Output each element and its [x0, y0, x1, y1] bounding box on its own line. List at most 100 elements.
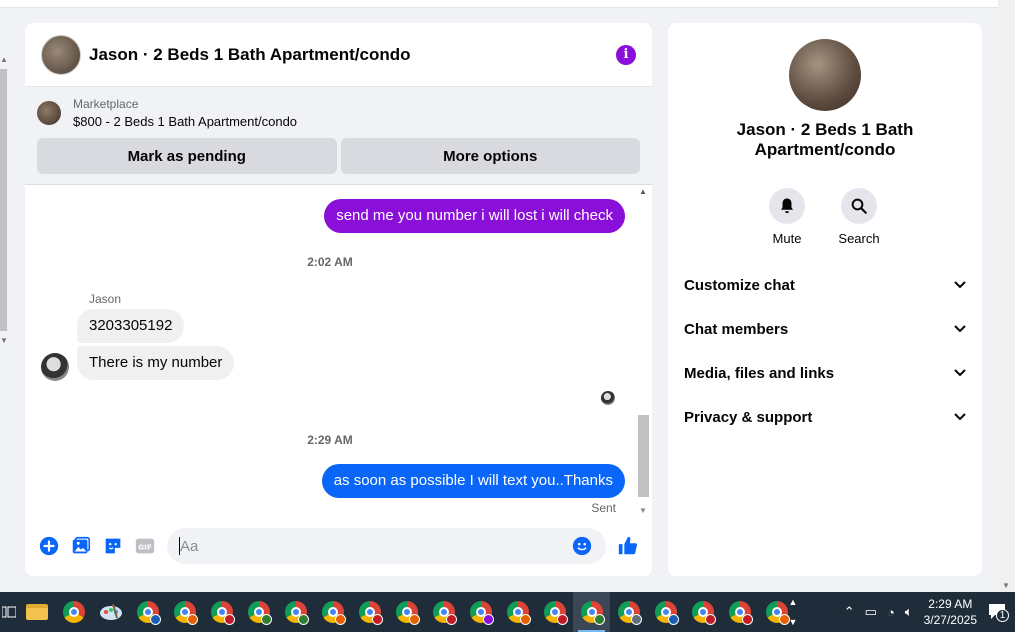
- notification-count: 1: [996, 609, 1009, 622]
- profile-avatar[interactable]: [789, 39, 861, 111]
- section-customize-chat[interactable]: Customize chat: [668, 263, 982, 307]
- chrome-profile-icon[interactable]: [277, 592, 314, 632]
- volume-icon[interactable]: 🔈︎: [905, 604, 913, 620]
- section-label: Privacy & support: [684, 408, 813, 426]
- marketplace-banner: Marketplace $800 - 2 Beds 1 Bath Apartme…: [25, 87, 652, 185]
- section-label: Chat members: [684, 320, 789, 338]
- conversation-avatar[interactable]: [41, 34, 81, 75]
- incoming-message[interactable]: There is my number: [77, 346, 235, 380]
- clock-time: 2:29 AM: [928, 597, 973, 611]
- message-status: Sent: [591, 501, 616, 515]
- section-media-files-links[interactable]: Media, files and links: [668, 351, 982, 395]
- conversation-title[interactable]: Jason · 2 Beds 1 Bath Apartment/condo: [89, 45, 616, 65]
- window-scrollbar[interactable]: ▼: [998, 0, 1015, 592]
- scrollbar-thumb[interactable]: [638, 415, 649, 497]
- network-icon[interactable]: ◔: [887, 605, 895, 620]
- scrollbar-thumb[interactable]: [0, 69, 7, 331]
- message-list: send me you number i will lost i will ch…: [25, 185, 652, 515]
- notification-center-icon[interactable]: 1: [987, 602, 1009, 622]
- chrome-profile-icon[interactable]: [721, 592, 758, 632]
- profile-name: Jason · 2 Beds 1 Bath Apartment/condo: [736, 120, 914, 159]
- bell-icon[interactable]: [769, 188, 805, 224]
- section-chat-members[interactable]: Chat members: [668, 307, 982, 351]
- section-label: Media, files and links: [684, 364, 835, 382]
- mark-as-pending-button[interactable]: Mark as pending: [37, 138, 337, 174]
- incoming-message[interactable]: 3203305192: [77, 309, 185, 343]
- page-top-bar: [0, 0, 998, 8]
- sender-avatar[interactable]: [41, 353, 69, 381]
- chrome-profile-icon-active[interactable]: [573, 592, 610, 632]
- scroll-up-icon[interactable]: ▲: [639, 187, 647, 196]
- system-clock[interactable]: 2:29 AM 3/27/2025: [924, 596, 977, 628]
- show-hidden-icons-icon[interactable]: ⌃: [844, 604, 855, 620]
- chrome-profile-icon[interactable]: [499, 592, 536, 632]
- message-scrollbar[interactable]: ▲ ▼: [635, 185, 649, 515]
- listing-title[interactable]: $800 - 2 Beds 1 Bath Apartment/condo: [73, 114, 297, 129]
- outgoing-message[interactable]: send me you number i will lost i will ch…: [324, 199, 625, 233]
- windows-taskbar: ▲ ▼ ⌃ ▭ ◔ 🔈︎ 2:29 AM 3/27/2025 1: [0, 592, 1015, 632]
- scroll-down-icon[interactable]: ▼: [0, 336, 8, 345]
- chrome-profile-icon[interactable]: [314, 592, 351, 632]
- chrome-profile-icon[interactable]: [203, 592, 240, 632]
- svg-text:GIF: GIF: [138, 543, 152, 552]
- scroll-up-icon[interactable]: ▲: [0, 55, 8, 64]
- chrome-profile-icon[interactable]: [610, 592, 647, 632]
- system-tray: ⌃ ▭ ◔ 🔈︎ 2:29 AM 3/27/2025 1: [839, 592, 1015, 632]
- conversation-details-panel: Jason · 2 Beds 1 Bath Apartment/condo Mu…: [668, 23, 982, 576]
- message-input[interactable]: [180, 537, 566, 555]
- mute-button[interactable]: Mute: [768, 188, 806, 246]
- battery-icon[interactable]: ▭: [865, 604, 877, 620]
- chrome-profile-icon[interactable]: [388, 592, 425, 632]
- scroll-down-icon[interactable]: ▼: [639, 506, 647, 515]
- profile-actions: Mute Search: [768, 188, 880, 246]
- thumbs-up-icon[interactable]: [616, 534, 640, 558]
- more-options-button[interactable]: More options: [340, 138, 640, 174]
- chat-header: Jason · 2 Beds 1 Bath Apartment/condo i: [25, 23, 652, 87]
- message-input-wrapper[interactable]: [167, 528, 606, 564]
- search-label: Search: [838, 231, 880, 246]
- message-timestamp: 2:29 AM: [307, 433, 353, 447]
- plus-icon[interactable]: [37, 534, 61, 558]
- gif-icon[interactable]: GIF: [133, 534, 157, 558]
- page-scrollbar[interactable]: ▲ ▼: [0, 55, 8, 345]
- taskbar-scroll[interactable]: ▲ ▼: [786, 592, 800, 632]
- sticker-icon[interactable]: [101, 534, 125, 558]
- paint-icon[interactable]: [92, 592, 129, 632]
- scroll-down-icon[interactable]: ▼: [1002, 581, 1010, 590]
- sender-name: Jason: [89, 292, 122, 306]
- marketplace-label: Marketplace: [73, 97, 139, 111]
- chevron-up-icon[interactable]: ▲: [789, 597, 798, 607]
- chrome-profile-icon[interactable]: [351, 592, 388, 632]
- chevron-down-icon[interactable]: ▼: [789, 617, 798, 627]
- chrome-profile-icon[interactable]: [684, 592, 721, 632]
- search-button[interactable]: Search: [838, 188, 880, 246]
- chevron-down-icon: [954, 413, 966, 421]
- search-icon[interactable]: [841, 188, 877, 224]
- chrome-icon[interactable]: [55, 592, 92, 632]
- chevron-down-icon: [954, 325, 966, 333]
- photo-icon[interactable]: [69, 534, 93, 558]
- chrome-profile-icon[interactable]: [129, 592, 166, 632]
- chevron-down-icon: [954, 281, 966, 289]
- task-view-icon[interactable]: [0, 592, 18, 632]
- chrome-profile-icon[interactable]: [425, 592, 462, 632]
- chrome-profile-icon[interactable]: [240, 592, 277, 632]
- outgoing-message[interactable]: as soon as possible I will text you..Tha…: [321, 464, 625, 498]
- mute-label: Mute: [772, 231, 802, 246]
- chrome-profile-icon[interactable]: [647, 592, 684, 632]
- message-timestamp: 2:02 AM: [307, 255, 353, 269]
- details-sections: Customize chat Chat members Media, files…: [668, 263, 982, 439]
- chrome-profile-icon[interactable]: [166, 592, 203, 632]
- section-privacy-support[interactable]: Privacy & support: [668, 395, 982, 439]
- section-label: Customize chat: [684, 276, 795, 294]
- read-receipt-avatar: [601, 391, 615, 405]
- file-explorer-icon[interactable]: [18, 592, 55, 632]
- message-composer: GIF: [25, 520, 652, 572]
- info-icon[interactable]: i: [616, 44, 636, 65]
- chevron-down-icon: [954, 369, 966, 377]
- listing-thumbnail[interactable]: [37, 101, 61, 125]
- emoji-icon[interactable]: [570, 534, 594, 558]
- chrome-profile-icon[interactable]: [536, 592, 573, 632]
- chrome-profile-icon[interactable]: [462, 592, 499, 632]
- chat-panel: Jason · 2 Beds 1 Bath Apartment/condo i …: [25, 23, 652, 576]
